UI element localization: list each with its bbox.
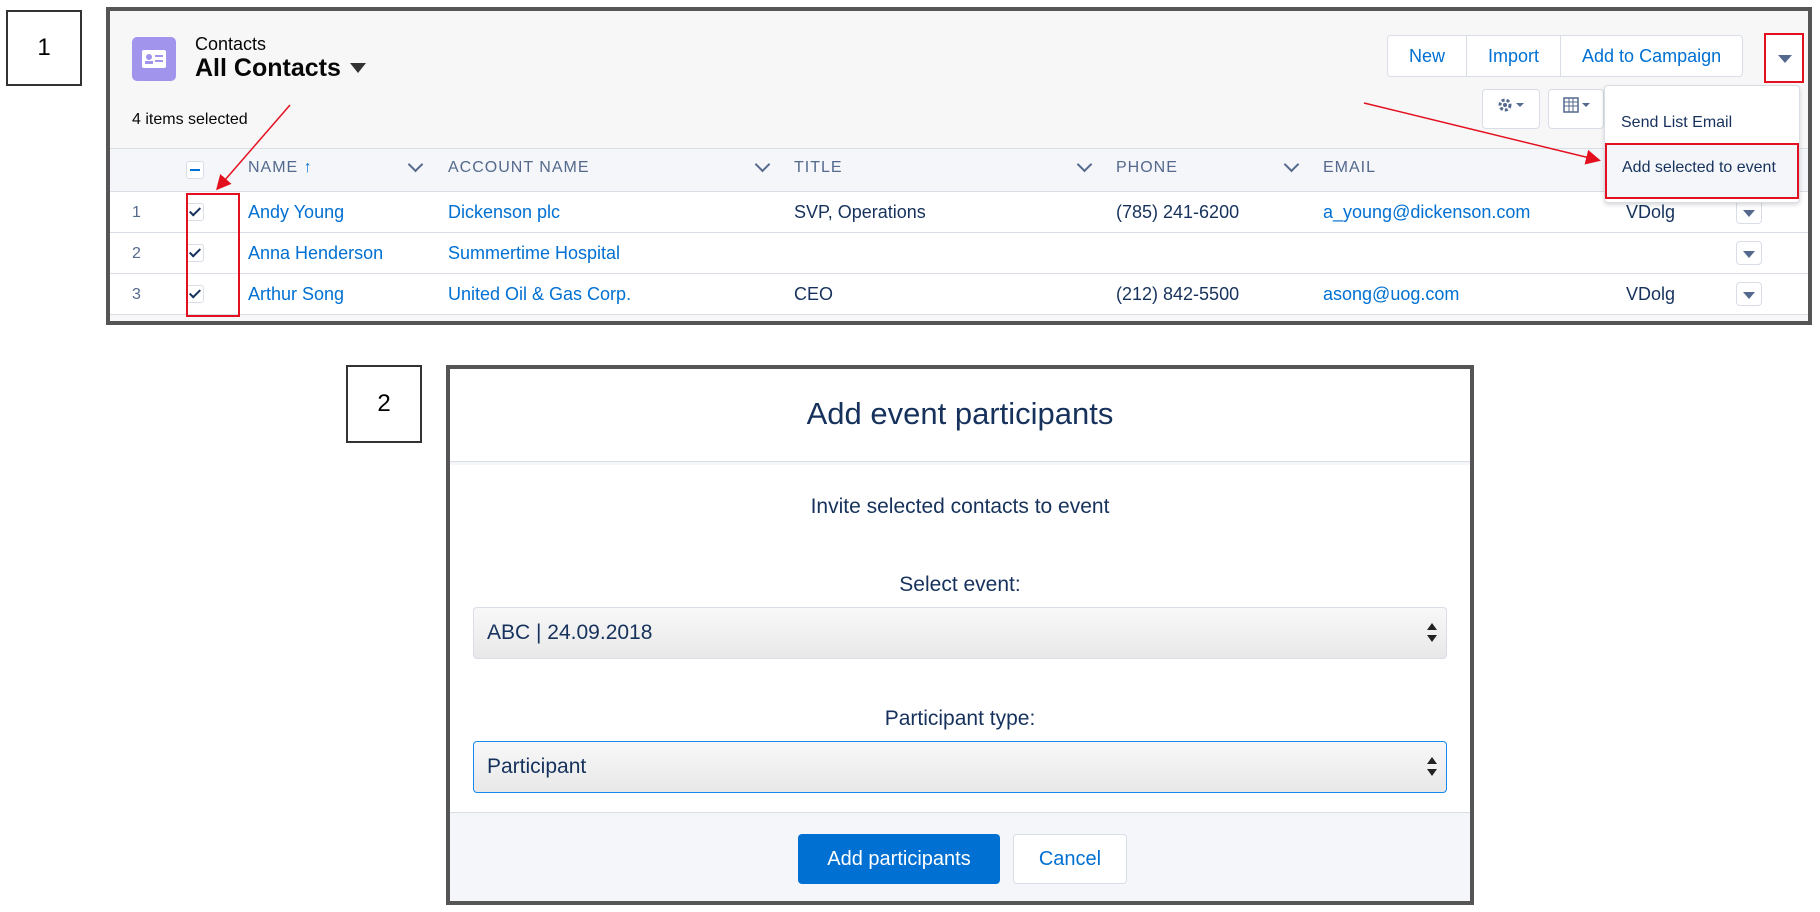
owner-cell: VDolg: [1626, 284, 1676, 304]
account-name-link[interactable]: Summertime Hospital: [448, 243, 620, 264]
row-number: 3: [132, 286, 141, 303]
row-action-button[interactable]: [1736, 282, 1762, 306]
table-row[interactable]: 2 Anna Henderson Summertime Hospital: [110, 233, 1808, 274]
phone-cell: (785) 241-6200: [1116, 202, 1240, 222]
modal-title: Add event participants: [450, 369, 1470, 462]
contact-name-link[interactable]: Andy Young: [248, 202, 344, 223]
add-event-participants-modal: Add event participants Invite selected c…: [446, 365, 1474, 905]
table-row[interactable]: 1 Andy Young Dickenson plc SVP, Operatio…: [110, 192, 1808, 233]
chevron-down-icon: [1778, 55, 1792, 63]
contact-name-link[interactable]: Anna Henderson: [248, 243, 383, 264]
select-arrows-icon: [1427, 623, 1437, 645]
chevron-down-icon: [1743, 292, 1755, 299]
selection-status: 4 items selected: [132, 111, 248, 128]
chevron-down-icon[interactable]: [407, 156, 424, 173]
select-arrows-icon: [1427, 757, 1437, 779]
modal-subtitle: Invite selected contacts to event: [810, 495, 1110, 518]
object-name: Contacts: [195, 34, 267, 54]
row-action-button[interactable]: [1736, 241, 1762, 265]
owner-cell: VDolg: [1626, 202, 1676, 222]
column-phone[interactable]: PHONE: [1116, 159, 1178, 177]
row-action-button[interactable]: [1736, 200, 1762, 224]
table-header: NAME ↑ ACCOUNT NAME TITLE PHONE EMAIL: [110, 148, 1808, 192]
step-2-label: 2: [346, 365, 422, 443]
import-button[interactable]: Import: [1467, 36, 1562, 76]
list-view-switcher-icon[interactable]: [350, 63, 366, 73]
table-row[interactable]: 3 Arthur Song United Oil & Gas Corp. CEO…: [110, 274, 1808, 315]
column-title[interactable]: TITLE: [794, 159, 843, 177]
column-email[interactable]: EMAIL: [1323, 159, 1376, 177]
select-event-label: Select event:: [899, 573, 1021, 596]
contacts-list-panel: Contacts All Contacts 4 items selected N…: [106, 7, 1812, 325]
more-actions-button[interactable]: [1764, 33, 1804, 83]
sort-ascending-icon: ↑: [303, 159, 313, 176]
gear-icon[interactable]: [1482, 89, 1540, 129]
column-name[interactable]: NAME ↑: [248, 159, 313, 177]
chevron-down-icon[interactable]: [1076, 156, 1093, 173]
phone-cell: (212) 842-5500: [1116, 284, 1240, 304]
list-actions: New Import Add to Campaign: [1387, 35, 1744, 77]
table-icon[interactable]: [1548, 89, 1604, 129]
modal-footer: Add participants Cancel: [450, 812, 1470, 901]
email-link[interactable]: asong@uog.com: [1323, 284, 1459, 305]
step-1-label: 1: [6, 10, 82, 86]
add-to-campaign-button[interactable]: Add to Campaign: [1561, 36, 1742, 76]
menu-item-send-list-email[interactable]: Send List Email: [1621, 114, 1732, 132]
modal-body: Invite selected contacts to event Select…: [450, 462, 1470, 812]
select-all-checkbox[interactable]: [186, 161, 204, 179]
chevron-down-icon: [1743, 210, 1755, 217]
event-select[interactable]: ABC | 24.09.2018: [473, 607, 1447, 659]
title-cell: CEO: [794, 284, 834, 304]
participant-type-select[interactable]: Participant: [473, 741, 1447, 793]
chevron-down-icon: [1743, 251, 1755, 258]
title-cell: SVP, Operations: [794, 202, 926, 222]
new-button[interactable]: New: [1388, 36, 1468, 76]
list-view-name[interactable]: All Contacts: [195, 54, 341, 83]
participant-type-label: Participant type:: [884, 707, 1036, 730]
contact-card-icon: [132, 37, 176, 81]
account-name-link[interactable]: Dickenson plc: [448, 202, 560, 223]
column-account-name[interactable]: ACCOUNT NAME: [448, 159, 590, 177]
chevron-down-icon[interactable]: [754, 156, 771, 173]
email-link[interactable]: a_young@dickenson.com: [1323, 202, 1530, 223]
more-actions-menu: Send List Email Add selected to event: [1604, 85, 1800, 203]
chevron-down-icon[interactable]: [1283, 156, 1300, 173]
row-number: 1: [132, 204, 141, 221]
row-number: 2: [132, 245, 141, 262]
event-select-value: ABC | 24.09.2018: [487, 621, 653, 644]
add-participants-button[interactable]: Add participants: [798, 834, 1000, 884]
contact-name-link[interactable]: Arthur Song: [248, 284, 344, 305]
cancel-button[interactable]: Cancel: [1013, 834, 1127, 884]
menu-item-add-selected-to-event[interactable]: Add selected to event: [1605, 143, 1799, 199]
participant-type-value: Participant: [487, 755, 587, 778]
account-name-link[interactable]: United Oil & Gas Corp.: [448, 284, 631, 305]
checkbox-highlight: [186, 193, 240, 317]
